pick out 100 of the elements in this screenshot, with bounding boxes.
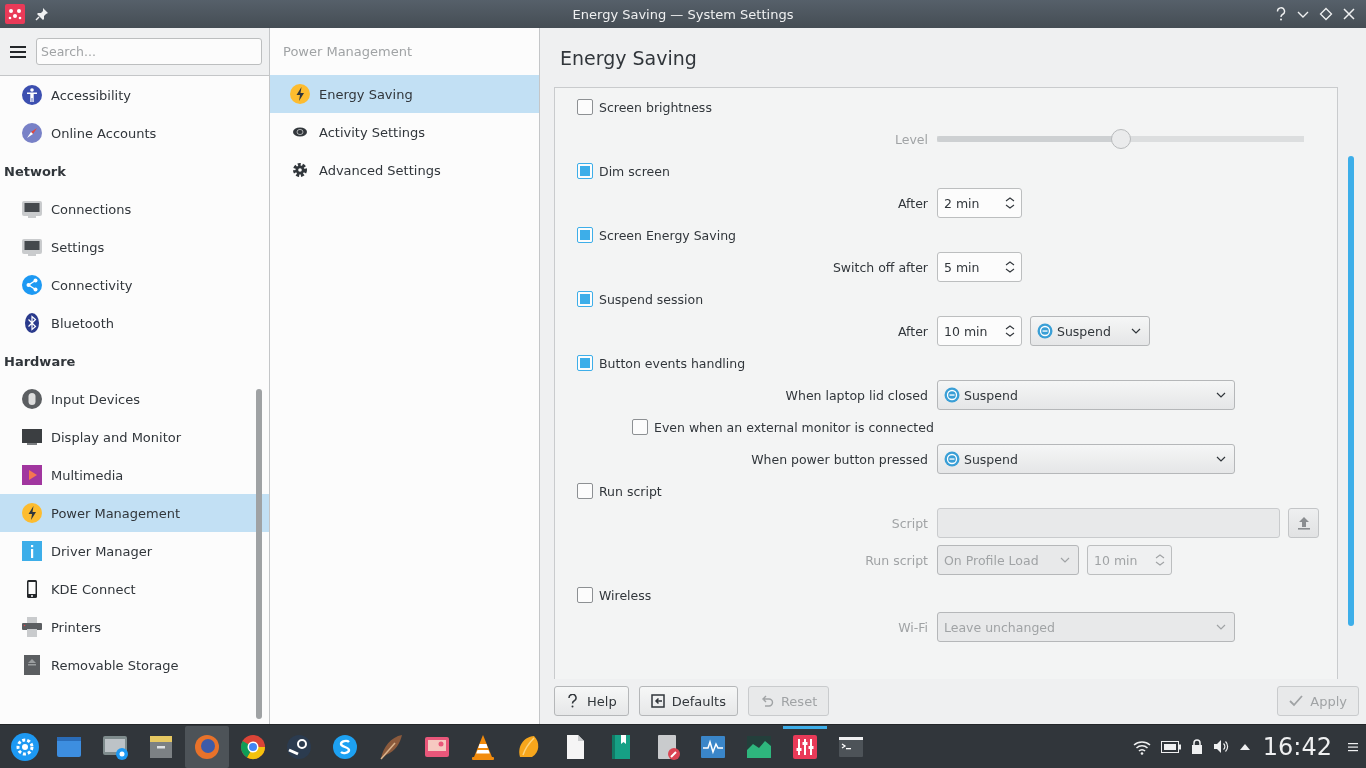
info-icon: [21, 540, 43, 562]
checkbox-label[interactable]: Dim screen: [599, 163, 670, 179]
sidebar-item[interactable]: Settings: [0, 228, 269, 266]
dropdown[interactable]: Suspend: [937, 444, 1235, 474]
sidebar-item[interactable]: Input Devices: [0, 380, 269, 418]
checkbox[interactable]: [632, 419, 648, 435]
sidebar-item[interactable]: KDE Connect: [0, 570, 269, 608]
field-label: When power button pressed: [751, 451, 928, 467]
printer-icon: [21, 616, 43, 638]
nav-item[interactable]: Advanced Settings: [270, 151, 539, 189]
panel-heading: Power Management: [283, 44, 413, 59]
minus-circle-icon: [944, 451, 960, 467]
launcher-icon[interactable]: [10, 731, 40, 762]
eject-icon: [21, 654, 43, 676]
expand-arrow-icon[interactable]: [1238, 742, 1251, 751]
close-icon[interactable]: [1342, 7, 1356, 21]
sidebar-item[interactable]: Accessibility: [0, 76, 269, 114]
wifi-icon[interactable]: [1132, 738, 1151, 755]
check-icon: [1289, 694, 1304, 708]
checkbox-label[interactable]: Screen Energy Saving: [599, 227, 736, 243]
field-label: Level: [895, 131, 928, 147]
sidebar-item[interactable]: Display and Monitor: [0, 418, 269, 456]
spin-box[interactable]: 5 min: [937, 252, 1022, 282]
checkbox-label[interactable]: Even when an external monitor is connected: [654, 419, 934, 435]
sidebar-item[interactable]: Multimedia: [0, 456, 269, 494]
sidebar-item[interactable]: Connectivity: [0, 266, 269, 304]
spin-arrows-icon: [1005, 325, 1015, 337]
restore-icon: [650, 694, 665, 708]
dropdown[interactable]: Suspend: [937, 380, 1235, 410]
spin-arrows-icon: [1005, 261, 1015, 273]
browser-icon: [239, 732, 267, 761]
accessibility-icon: [21, 84, 43, 106]
checkbox[interactable]: [577, 587, 593, 603]
category-heading: Network: [3, 162, 67, 181]
monitor-icon: [21, 198, 43, 220]
field-label: Switch off after: [832, 259, 928, 275]
spin-box[interactable]: 2 min: [937, 188, 1022, 218]
mixer-icon: [791, 732, 819, 761]
caret-icon: [1216, 624, 1226, 630]
checkbox-label[interactable]: Wireless: [599, 587, 652, 603]
dropdown[interactable]: Suspend: [1030, 316, 1150, 346]
sidebar-item[interactable]: Bluetooth: [0, 304, 269, 342]
field-label: When laptop lid closed: [785, 387, 928, 403]
monitor-icon: [21, 426, 43, 448]
field-label: Script: [891, 515, 928, 531]
checkbox-label[interactable]: Run script: [599, 483, 662, 499]
sidebar-item[interactable]: Connections: [0, 190, 269, 228]
category-heading: Hardware: [3, 352, 77, 371]
field-label: Wi-Fi: [898, 619, 928, 635]
mouse-icon: [21, 388, 43, 410]
spin-arrows-icon: [1155, 554, 1165, 566]
upload-icon: [1297, 516, 1310, 530]
sidebar-item[interactable]: Online Accounts: [0, 114, 269, 152]
action-button[interactable]: Defaults: [638, 686, 738, 716]
checkbox-label[interactable]: Suspend session: [599, 291, 704, 307]
spin-box[interactable]: 10 min: [937, 316, 1022, 346]
caret-icon: [1216, 456, 1226, 462]
battery-icon[interactable]: [1160, 740, 1181, 753]
lightning-icon: [289, 83, 311, 105]
scrollbar-thumb[interactable]: [256, 389, 262, 719]
page-title: Energy Saving: [559, 45, 698, 71]
checkbox[interactable]: [577, 291, 593, 307]
search-field[interactable]: Search...: [36, 38, 262, 65]
action-button[interactable]: Help: [554, 686, 629, 716]
caret-icon: [1060, 557, 1070, 563]
checkbox-label[interactable]: Screen brightness: [599, 99, 712, 115]
checkbox[interactable]: [577, 355, 593, 371]
checkbox[interactable]: [577, 483, 593, 499]
nav-item[interactable]: Activity Settings: [270, 113, 539, 151]
checkbox[interactable]: [577, 227, 593, 243]
share-icon: [21, 274, 43, 296]
sidebar-item[interactable]: Power Management: [0, 494, 269, 532]
sidebar-item[interactable]: Driver Manager: [0, 532, 269, 570]
window-title: Energy Saving — System Settings: [572, 6, 794, 22]
caret-icon: [1216, 392, 1226, 398]
caret-icon: [1131, 328, 1141, 334]
clock[interactable]: 16:42: [1262, 732, 1332, 761]
disc-icon: [285, 732, 313, 761]
upload-button[interactable]: [1288, 508, 1319, 538]
field-label: Run script: [865, 552, 928, 568]
lightning-icon: [21, 502, 43, 524]
pin-icon[interactable]: [35, 7, 49, 21]
compass-icon: [21, 122, 43, 144]
nav-item[interactable]: Energy Saving: [270, 75, 539, 113]
help-icon[interactable]: [1275, 7, 1287, 21]
play-icon: [21, 464, 43, 486]
minus-circle-icon: [944, 387, 960, 403]
sidebar-item[interactable]: Removable Storage: [0, 646, 269, 684]
menu-icon[interactable]: [1348, 741, 1358, 752]
minus-circle-icon: [1037, 323, 1053, 339]
lock-icon[interactable]: [1190, 739, 1203, 754]
script-field[interactable]: [937, 508, 1280, 538]
maximize-icon[interactable]: [1319, 7, 1333, 21]
checkbox-label[interactable]: Button events handling: [599, 355, 746, 371]
menu-icon[interactable]: [10, 44, 26, 59]
volume-icon[interactable]: [1212, 739, 1229, 754]
checkbox[interactable]: [577, 163, 593, 179]
checkbox[interactable]: [577, 99, 593, 115]
sidebar-item[interactable]: Printers: [0, 608, 269, 646]
scrollbar-thumb[interactable]: [1348, 156, 1354, 626]
